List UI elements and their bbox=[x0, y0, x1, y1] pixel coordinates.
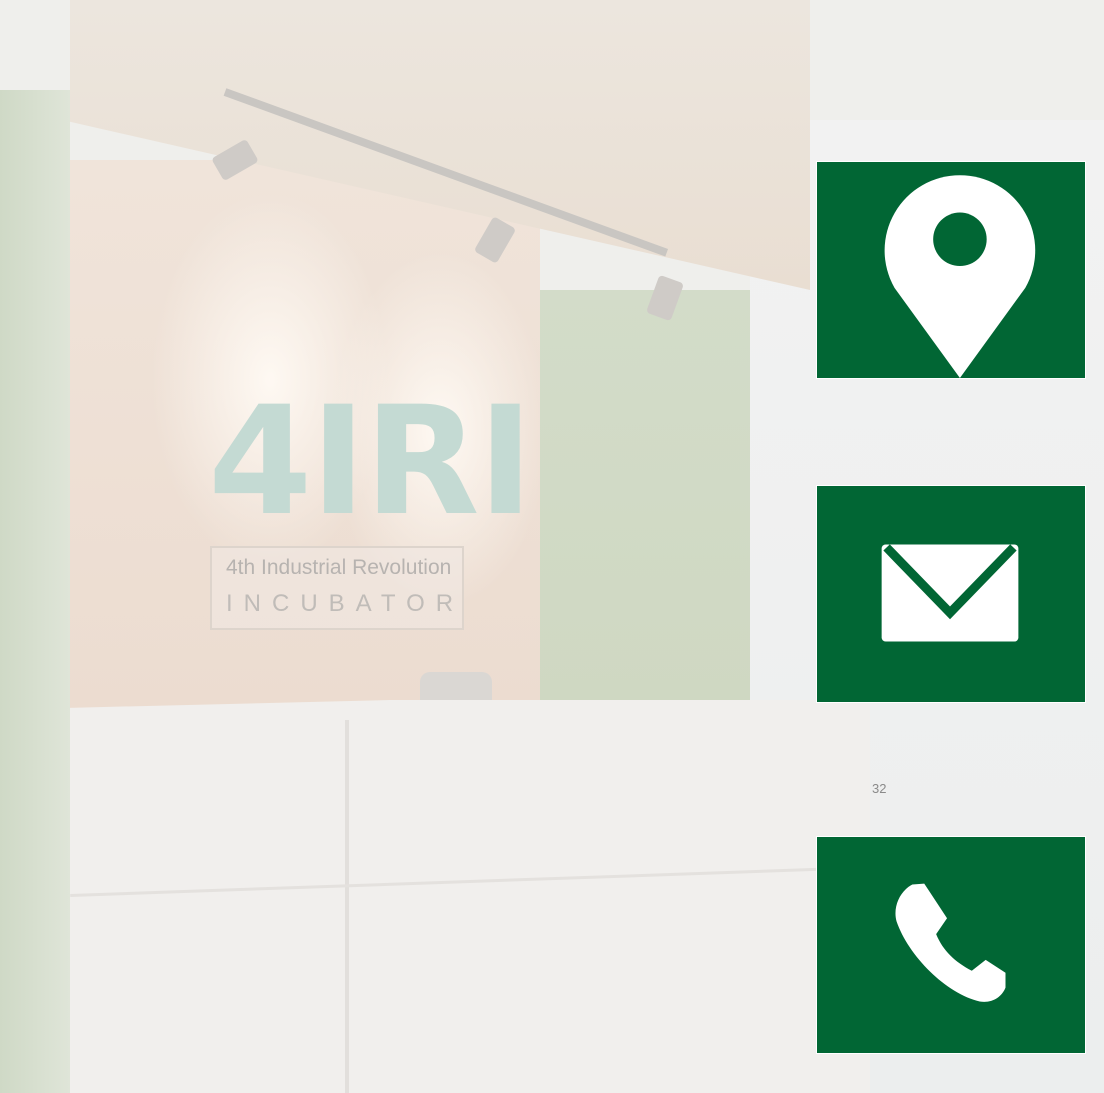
page-number: 32 bbox=[872, 781, 887, 796]
phone-icon bbox=[895, 883, 1006, 1002]
wall-sign-line2: INCUBATOR bbox=[226, 590, 465, 617]
phone-tile[interactable] bbox=[816, 836, 1086, 1054]
reception-desk-edge bbox=[345, 720, 349, 1093]
background-green-wall bbox=[540, 290, 750, 710]
email-tile[interactable] bbox=[816, 485, 1086, 703]
reception-desk bbox=[70, 700, 870, 1093]
background-green-wall-left bbox=[0, 90, 70, 1093]
location-pin-icon bbox=[884, 175, 1036, 378]
location-tile[interactable] bbox=[816, 161, 1086, 379]
wall-logo: 4IRI bbox=[208, 375, 534, 549]
envelope-icon bbox=[881, 544, 1019, 642]
wall-sign-line1: 4th Industrial Revolution bbox=[226, 556, 452, 579]
slide: 4IRI 4th Industrial Revolution INCUBATOR… bbox=[0, 0, 1104, 1093]
